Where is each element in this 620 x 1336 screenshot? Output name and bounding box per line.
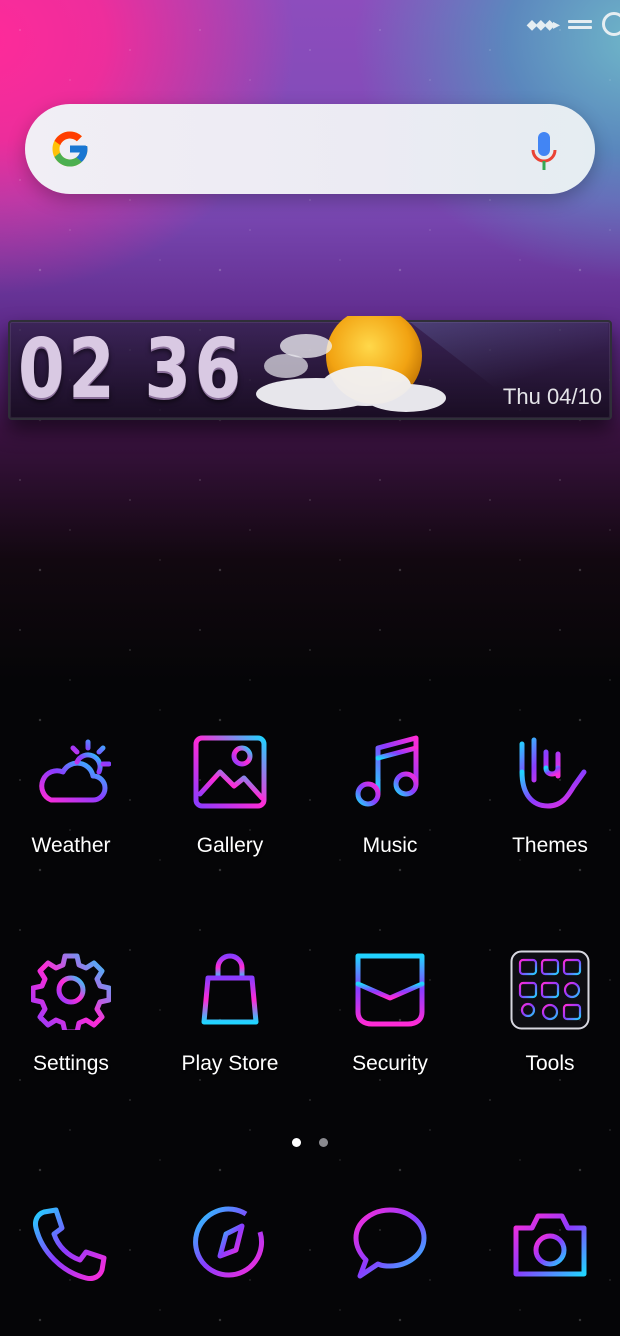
app-weather[interactable]: Weather — [0, 732, 146, 892]
settings-icon — [31, 953, 111, 1030]
app-tools-folder[interactable]: Tools — [475, 950, 620, 1110]
clock-date: Thu 04/10 — [502, 384, 602, 409]
dock-messages[interactable] — [350, 1204, 430, 1284]
music-icon — [355, 735, 419, 807]
security-icon — [355, 953, 425, 1027]
mic-icon[interactable] — [529, 130, 559, 172]
page-dot-active[interactable] — [292, 1138, 301, 1147]
app-label: Themes — [512, 834, 588, 857]
app-label: Security — [352, 1052, 428, 1075]
app-label: Play Store — [181, 1052, 279, 1075]
starfield — [0, 0, 620, 1336]
app-themes[interactable]: Themes — [475, 732, 620, 892]
themes-icon — [519, 737, 587, 809]
dock-browser[interactable] — [190, 1204, 270, 1284]
app-gallery[interactable]: Gallery — [155, 732, 305, 892]
dock-camera[interactable] — [510, 1204, 590, 1284]
app-music[interactable]: Music — [315, 732, 465, 892]
app-label: Settings — [33, 1052, 109, 1075]
messages-icon — [353, 1207, 427, 1279]
app-label: Weather — [31, 834, 111, 857]
phone-icon — [33, 1207, 107, 1281]
google-search-bar[interactable] — [25, 104, 595, 194]
dock-phone[interactable] — [30, 1204, 110, 1284]
signal-bars-icon — [568, 17, 592, 31]
camera-icon — [513, 1213, 587, 1277]
clock-minutes: 36 — [144, 322, 245, 417]
app-security[interactable]: Security — [315, 950, 465, 1110]
page-dot[interactable] — [319, 1138, 328, 1147]
app-label: Music — [362, 834, 418, 857]
play-store-icon — [201, 953, 259, 1025]
page-indicator[interactable] — [292, 1138, 328, 1147]
app-settings[interactable]: Settings — [0, 950, 146, 1110]
ring-icon — [602, 12, 620, 36]
google-g-icon — [52, 131, 88, 167]
clock-time: 02 36 — [18, 326, 245, 414]
app-label: Gallery — [196, 834, 264, 857]
sun-cloud-icon — [256, 316, 446, 412]
weather-icon — [39, 739, 111, 803]
app-play-store[interactable]: Play Store — [155, 950, 305, 1110]
clock-hours: 02 — [18, 322, 119, 417]
clock-widget[interactable]: 02 36 Thu 04/10 — [8, 316, 612, 420]
tools-folder-icon — [510, 950, 590, 1030]
gallery-icon — [193, 735, 267, 809]
compass-icon — [193, 1206, 265, 1278]
data-arrows-icon: ◆◆◆▸ — [526, 15, 560, 32]
status-bar: ◆◆◆▸ — [527, 12, 620, 36]
app-label: Tools — [525, 1052, 575, 1075]
